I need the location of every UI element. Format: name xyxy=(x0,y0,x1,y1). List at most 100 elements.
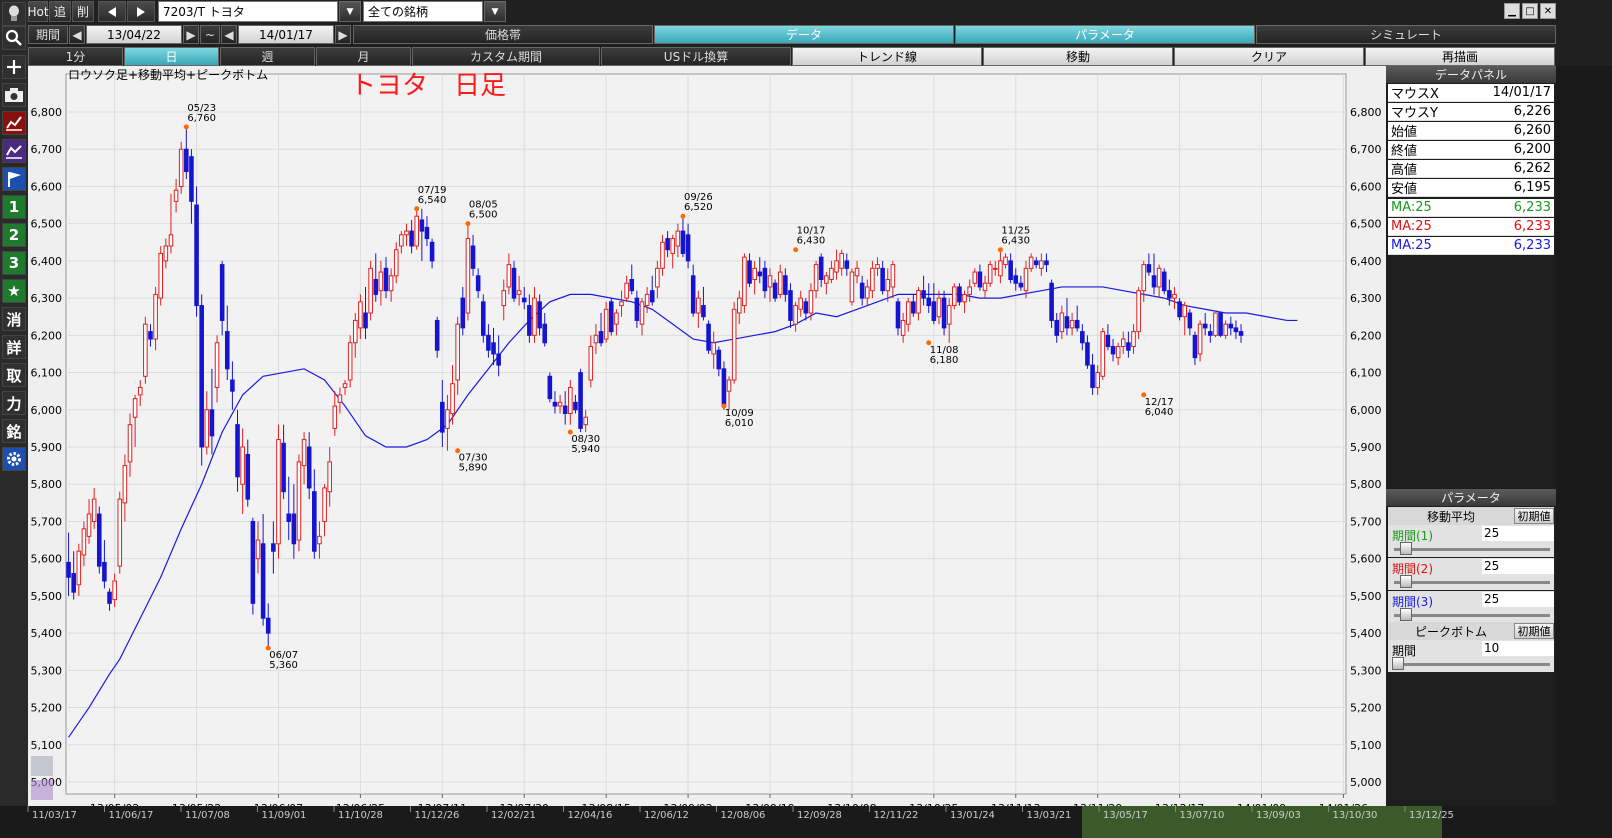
candle-body xyxy=(982,282,988,292)
candle-body xyxy=(399,234,404,247)
pb-period: 期間 10 xyxy=(1388,640,1554,672)
bulb-icon[interactable] xyxy=(2,2,26,26)
param-value-input[interactable]: 25 xyxy=(1482,526,1554,541)
candle-body xyxy=(276,439,281,545)
slider-handle[interactable] xyxy=(1400,608,1412,621)
candle-body xyxy=(496,353,501,366)
line-chart-alt-icon[interactable] xyxy=(2,139,26,163)
slider-handle[interactable] xyxy=(1392,657,1404,670)
candle-body xyxy=(240,446,245,485)
interval-1min-button[interactable]: 1分 xyxy=(28,47,123,66)
tab-price-band[interactable]: 価格帯 xyxy=(353,25,653,44)
peak-value-label: 6,430 xyxy=(1001,236,1030,247)
chart-area[interactable]: 05/23 6,760 06/07 5,360 07/19 6,540 07/30 5,890… xyxy=(28,66,1386,838)
redraw-button[interactable]: 再描画 xyxy=(1365,47,1555,66)
plus-icon[interactable] xyxy=(2,55,26,79)
candle-body xyxy=(1008,260,1013,280)
star-button[interactable]: ★ xyxy=(2,279,26,303)
line-chart-alt-icon[interactable] xyxy=(31,780,53,800)
detail-button[interactable]: 詳 xyxy=(2,335,26,359)
y-tick-label-left: 5,400 xyxy=(31,627,63,640)
tab-data[interactable]: データ xyxy=(654,25,954,44)
candle-body xyxy=(573,401,578,411)
preset-1-button[interactable]: 1 xyxy=(2,195,26,219)
remove-button[interactable]: 削 xyxy=(72,1,94,22)
pb-reset-button[interactable]: 初期値 xyxy=(1514,623,1554,639)
candle-body xyxy=(849,271,855,303)
chart-app: 1 2 3 ★ 消 詳 取 力 銘 Hot 追 削 7203/T トヨタ ▼ 全… xyxy=(0,0,1612,838)
symbol-dropdown-button[interactable]: ▼ xyxy=(339,1,361,22)
clear-button[interactable]: クリア xyxy=(1174,47,1364,66)
data-row-label: MA:25 xyxy=(1391,200,1432,216)
delete-button[interactable]: 消 xyxy=(2,307,26,331)
symbol-input[interactable]: 7203/T トヨタ xyxy=(158,1,338,22)
slider-handle[interactable] xyxy=(1400,542,1412,555)
candle-body xyxy=(854,267,860,277)
candle-body xyxy=(445,409,450,429)
line-chart-icon[interactable] xyxy=(2,111,26,135)
date-from-next-button[interactable]: ▶ xyxy=(183,25,199,44)
interval-week-button[interactable]: 週 xyxy=(220,47,315,66)
search-icon[interactable] xyxy=(2,26,26,50)
y-tick-label-left: 5,500 xyxy=(31,590,63,603)
peak-value-label: 6,500 xyxy=(469,210,498,221)
date-to-input[interactable]: 14/01/17 xyxy=(238,25,334,44)
trend-line-button[interactable]: トレンド線 xyxy=(792,47,982,66)
y-tick-label-right: 5,000 xyxy=(1350,776,1382,789)
add-button[interactable]: 追 xyxy=(49,1,71,22)
input-button[interactable]: 力 xyxy=(2,391,26,415)
candle-body xyxy=(455,323,460,381)
candlestick-chart[interactable]: 05/236,76006/075,36007/196,54007/305,890… xyxy=(28,66,1386,838)
date-from-input[interactable]: 13/04/22 xyxy=(86,25,182,44)
navigator-tick-label: 11/12/26 xyxy=(415,810,460,821)
candle-body xyxy=(957,286,962,303)
candle-body xyxy=(829,267,834,280)
next-symbol-button[interactable] xyxy=(127,1,155,22)
move-button[interactable]: 移動 xyxy=(983,47,1173,66)
tab-parameter[interactable]: パラメータ xyxy=(955,25,1255,44)
date-to-prev-button[interactable]: ◀ xyxy=(221,25,237,44)
date-from-prev-button[interactable]: ◀ xyxy=(69,25,85,44)
candle-body xyxy=(639,301,645,325)
preset-3-button[interactable]: 3 xyxy=(2,251,26,275)
candle-body xyxy=(91,498,97,522)
date-to-next-button[interactable]: ▶ xyxy=(335,25,351,44)
candle-body xyxy=(1172,293,1177,299)
prev-symbol-button[interactable] xyxy=(98,1,126,22)
slider-track xyxy=(1394,614,1550,617)
ma-reset-button[interactable]: 初期値 xyxy=(1514,508,1554,524)
peak-value-label: 6,430 xyxy=(797,236,826,247)
param-value-input[interactable]: 25 xyxy=(1482,592,1554,607)
close-button[interactable]: ✕ xyxy=(1540,3,1556,19)
market-dropdown-button[interactable]: ▼ xyxy=(484,1,506,22)
candle-body xyxy=(731,308,737,381)
bottom-navigator[interactable]: 11/03/17 11/06/17 11/07/08 11/09/01 11/10/28… xyxy=(0,806,1612,838)
interval-day-button[interactable]: 日 xyxy=(124,47,219,66)
data-row-value: 6,233 xyxy=(1513,237,1551,253)
candle-body xyxy=(941,297,947,329)
flag-icon[interactable] xyxy=(2,167,26,191)
navigator-axis[interactable]: 11/03/17 11/06/17 11/07/08 11/09/01 11/10/28… xyxy=(0,806,1612,838)
param-value-input[interactable]: 25 xyxy=(1482,559,1554,574)
minimize-button[interactable]: ▁ xyxy=(1504,3,1520,19)
stock-button[interactable]: 銘 xyxy=(2,419,26,443)
hot-button[interactable]: Hot xyxy=(27,1,49,22)
y-tick-label-left: 5,300 xyxy=(31,664,63,677)
interval-month-button[interactable]: 月 xyxy=(316,47,411,66)
param-value-input[interactable]: 10 xyxy=(1482,641,1554,656)
usd-convert-button[interactable]: USドル換算 xyxy=(601,47,791,66)
preset-2-button[interactable]: 2 xyxy=(2,223,26,247)
gear-icon[interactable] xyxy=(2,447,26,471)
candle-body xyxy=(665,238,670,251)
slider-handle[interactable] xyxy=(1400,575,1412,588)
candle-body xyxy=(1033,260,1039,266)
peak-value-label: 5,940 xyxy=(571,444,600,455)
candle-body xyxy=(475,275,481,292)
maximize-button[interactable]: □ xyxy=(1522,3,1538,19)
market-select[interactable]: 全ての銘柄 xyxy=(363,1,483,22)
camera-icon[interactable] xyxy=(2,83,26,107)
tab-simulate[interactable]: シミュレート xyxy=(1256,25,1556,44)
line-chart-icon[interactable] xyxy=(31,756,53,776)
custom-period-button[interactable]: カスタム期間 xyxy=(412,47,600,66)
import-button[interactable]: 取 xyxy=(2,363,26,387)
